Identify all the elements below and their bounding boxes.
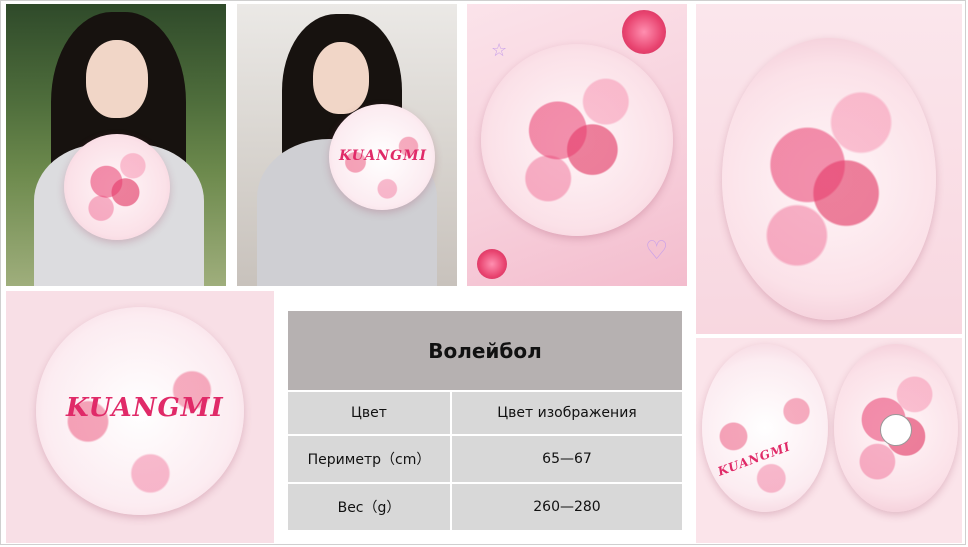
volleyball [722,38,936,320]
table-row: Вес（g） 260—280 [288,482,682,530]
table-row: Цвет Цвет изображения [288,390,682,435]
valve-label [880,414,912,446]
photo-ball-logo: KUANGMI [6,291,274,543]
photo-girl-indoor: KUANGMI [237,4,457,286]
volleyball: KUANGMI [329,104,435,210]
volleyball [481,44,673,236]
row-label-weight: Вес（g） [288,482,452,530]
row-value-weight: 260—280 [451,482,682,530]
volleyball-front: KUANGMI [702,344,828,512]
spec-table: Волейбол Цвет Цвет изображения Периметр（… [288,311,682,530]
heart-planet-icon: ♡ [645,236,669,266]
row-value-color: Цвет изображения [451,390,682,435]
photo-two-balls: KUANGMI [696,338,962,543]
volleyball-back [834,344,958,512]
table-title: Волейбол [288,311,682,391]
volleyball: KUANGMI [36,307,244,515]
star-icon: ☆ [491,40,508,61]
row-label-color: Цвет [288,390,452,435]
rose-decoration [477,249,507,279]
rose-decoration [622,10,666,54]
face [313,42,369,114]
photo-ball-large [696,4,962,334]
brand-logo: KUANGMI [66,393,224,423]
volleyball [64,134,170,240]
row-label-perimeter: Периметр（cm） [288,434,452,483]
photo-ball-pink: ☆ ♡ [467,4,687,286]
brand-logo: KUANGMI [715,439,793,479]
row-value-perimeter: 65—67 [451,434,682,483]
photo-girl-garden [6,4,226,286]
table-row: Периметр（cm） 65—67 [288,434,682,483]
brand-logo: KUANGMI [339,148,428,164]
face [86,40,148,118]
